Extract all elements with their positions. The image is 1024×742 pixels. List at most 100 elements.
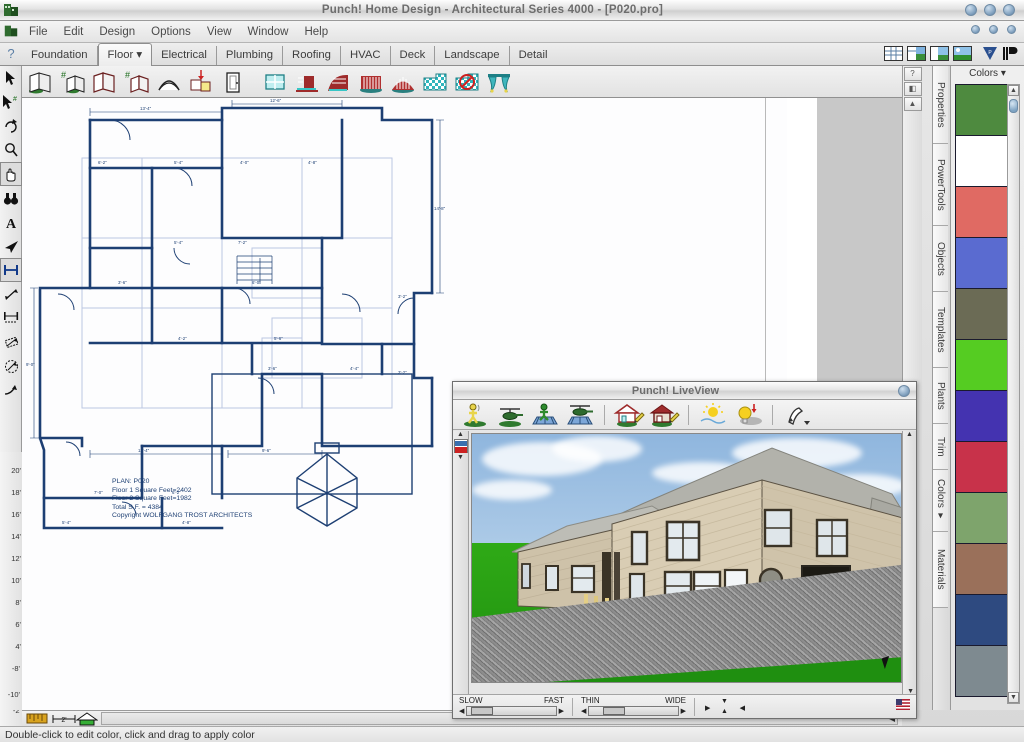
text-tool[interactable]: A xyxy=(0,210,22,234)
lens-slider-track[interactable] xyxy=(588,706,679,716)
color-swatch[interactable] xyxy=(955,390,1009,442)
tab-hvac[interactable]: HVAC xyxy=(341,46,391,65)
split-view-icon[interactable] xyxy=(907,46,926,61)
walkthrough-path-tool[interactable] xyxy=(529,402,561,428)
paper-plane-tool[interactable] xyxy=(0,234,22,258)
menu-view[interactable]: View xyxy=(199,24,240,40)
remove-floor-covering-tool[interactable] xyxy=(452,68,482,96)
plan-view-icon[interactable] xyxy=(884,46,903,61)
lv-scroll-up-icon[interactable]: ▲ xyxy=(903,431,916,438)
radial-dimension-tool[interactable] xyxy=(0,354,22,378)
select-arrow-tool[interactable] xyxy=(0,66,22,90)
tab-landscape[interactable]: Landscape xyxy=(435,46,510,65)
lens-increase-icon[interactable]: ▶ xyxy=(681,707,686,715)
binoculars-tool[interactable] xyxy=(0,186,22,210)
liveview-window[interactable]: Punch! LiveView ▲ ▼ ▲ ▼ SLOW FAST ◀ ▶ TH… xyxy=(452,381,917,719)
measure-tape-icon[interactable] xyxy=(26,712,48,725)
interior-wall-tool[interactable] xyxy=(90,68,120,96)
lens-slider[interactable]: THIN WIDE ◀ ▶ xyxy=(581,696,686,717)
maximize-button[interactable] xyxy=(984,4,996,16)
p-logo-icon[interactable] xyxy=(1002,45,1018,67)
house-level-icon[interactable] xyxy=(75,712,99,726)
nav-down-icon[interactable]: ▲ xyxy=(721,708,728,715)
doc-close-button[interactable] xyxy=(1007,25,1016,34)
flyover-tool[interactable] xyxy=(494,402,526,428)
floor-up-arrow-icon[interactable]: ▲ xyxy=(453,431,468,438)
speed-decrease-icon[interactable]: ◀ xyxy=(459,707,464,715)
color-swatch[interactable] xyxy=(955,288,1009,340)
menu-options[interactable]: Options xyxy=(143,24,199,40)
angled-dimension-tool[interactable] xyxy=(0,330,22,354)
zoom-tool[interactable] xyxy=(0,138,22,162)
straight-railing-tool[interactable] xyxy=(356,68,386,96)
linear-dimension-tool[interactable] xyxy=(0,306,22,330)
tab-deck[interactable]: Deck xyxy=(391,46,436,65)
speed-slider-track[interactable] xyxy=(466,706,557,716)
speed-slider-thumb[interactable] xyxy=(471,707,494,715)
scroll-up-button[interactable]: ▲ xyxy=(903,97,922,111)
floor-indicator-icon[interactable] xyxy=(453,439,468,453)
speed-slider[interactable]: SLOW FAST ◀ ▶ xyxy=(459,696,564,717)
floor-down-arrow-icon[interactable]: ▼ xyxy=(453,454,468,461)
menu-file[interactable]: File xyxy=(21,24,56,40)
liveview-3d-render[interactable] xyxy=(471,433,902,683)
dimension-tool[interactable] xyxy=(0,258,22,282)
doc-minimize-button[interactable] xyxy=(971,25,980,34)
scale-2ft-icon[interactable]: 2' xyxy=(51,712,76,725)
tab-colors[interactable]: Colors ▾ xyxy=(933,470,948,532)
color-swatch[interactable] xyxy=(955,186,1009,238)
color-swatch[interactable] xyxy=(955,441,1009,493)
tab-plants[interactable]: Plants xyxy=(933,368,948,424)
document-window-controls[interactable] xyxy=(971,25,1016,34)
flyover-path-tool[interactable] xyxy=(564,402,596,428)
speed-increase-icon[interactable]: ▶ xyxy=(559,707,564,715)
exterior-view-tool[interactable] xyxy=(613,402,645,428)
minimize-button[interactable] xyxy=(965,4,977,16)
close-button[interactable] xyxy=(1003,4,1015,16)
liveview-right-gutter[interactable]: ▲ ▼ xyxy=(902,431,916,697)
straight-stairs-tool[interactable] xyxy=(292,68,322,96)
diagonal-dimension-tool[interactable] xyxy=(0,282,22,306)
menu-window[interactable]: Window xyxy=(240,24,297,40)
tab-electrical[interactable]: Electrical xyxy=(152,46,217,65)
color-swatch[interactable] xyxy=(955,645,1009,697)
nav-left-icon[interactable]: ▶ xyxy=(705,704,710,712)
color-swatch[interactable] xyxy=(955,492,1009,544)
color-swatch[interactable] xyxy=(955,339,1009,391)
lens-slider-thumb[interactable] xyxy=(603,707,626,715)
curtain-tool[interactable] xyxy=(484,68,514,96)
palette-scroll-down-button[interactable]: ▼ xyxy=(1008,692,1019,703)
render-view-icon[interactable] xyxy=(953,46,972,61)
lens-decrease-icon[interactable]: ◀ xyxy=(581,707,586,715)
palette-scroll-up-button[interactable]: ▲ xyxy=(1008,85,1019,96)
curved-wall-tool[interactable] xyxy=(154,68,184,96)
doc-maximize-button[interactable] xyxy=(989,25,998,34)
tab-roofing[interactable]: Roofing xyxy=(283,46,341,65)
curved-stairs-tool[interactable] xyxy=(324,68,354,96)
help-context-button[interactable]: ? xyxy=(903,67,922,81)
tab-objects[interactable]: Objects xyxy=(933,226,948,292)
color-swatch[interactable] xyxy=(955,135,1009,187)
curved-railing-tool[interactable] xyxy=(388,68,418,96)
grid-exterior-wall-tool[interactable]: # xyxy=(58,68,88,96)
tab-templates[interactable]: Templates xyxy=(933,292,948,368)
lighting-tool[interactable] xyxy=(732,402,764,428)
color-swatch[interactable] xyxy=(955,84,1009,136)
tab-floor[interactable]: Floor ▾ xyxy=(97,43,153,66)
select-grid-tool[interactable]: # xyxy=(0,90,22,114)
floor-covering-tool[interactable] xyxy=(420,68,450,96)
walkthrough-tool[interactable] xyxy=(459,402,491,428)
exterior-wall-tool[interactable] xyxy=(26,68,56,96)
nav-up-icon[interactable]: ▼ xyxy=(721,698,728,705)
pan-hand-tool[interactable] xyxy=(0,162,22,186)
menu-edit[interactable]: Edit xyxy=(56,24,92,40)
grid-interior-wall-tool[interactable]: # xyxy=(122,68,152,96)
layer-toggle-button[interactable]: ◧ xyxy=(903,82,922,96)
color-swatch[interactable] xyxy=(955,543,1009,595)
liveview-close-button[interactable] xyxy=(898,384,910,397)
leader-line-tool[interactable] xyxy=(0,378,22,402)
tab-materials[interactable]: Materials xyxy=(933,532,948,608)
door-tool[interactable] xyxy=(218,68,248,96)
nav-pad[interactable]: ▼ ▶ ◀ ▲ xyxy=(703,698,747,716)
tab-trim[interactable]: Trim xyxy=(933,424,948,470)
